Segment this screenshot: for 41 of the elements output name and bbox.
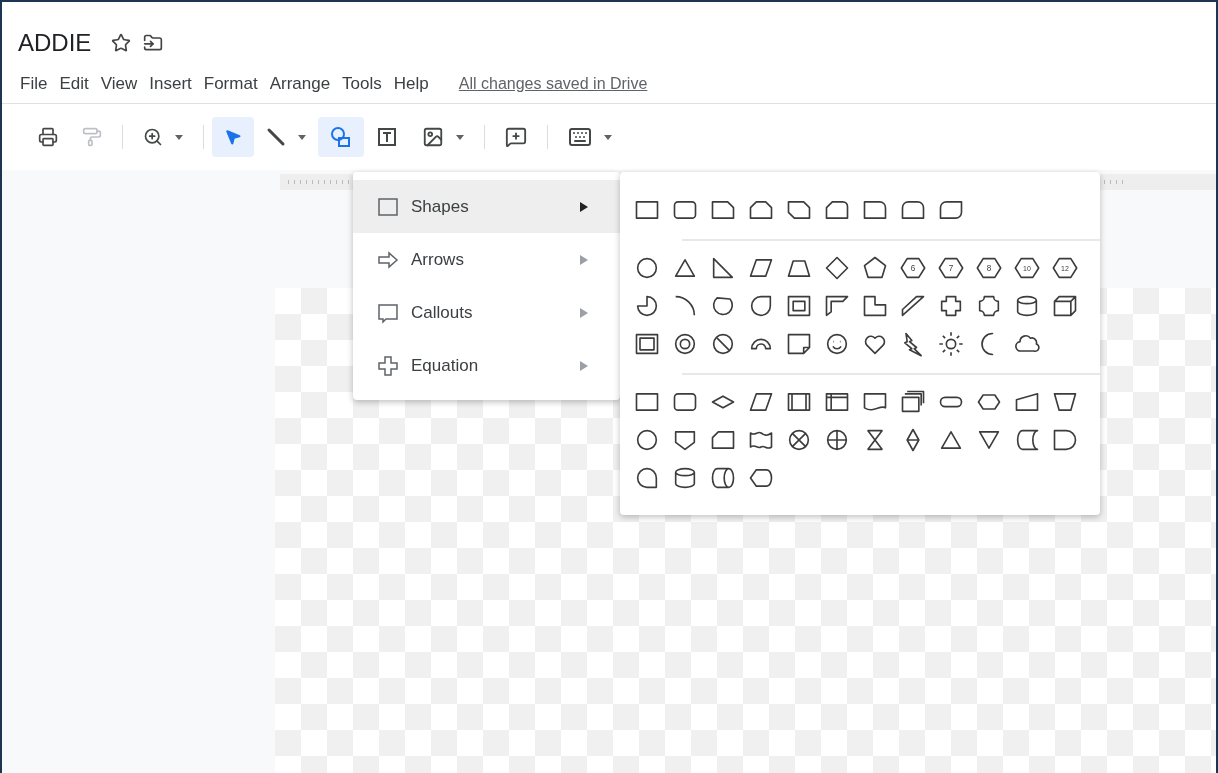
caret-icon [298, 134, 306, 140]
document-title[interactable]: ADDIE [18, 25, 92, 61]
paint-format-icon [82, 127, 102, 147]
pointer-icon [224, 128, 242, 146]
image-icon [422, 126, 444, 148]
print-icon [38, 127, 58, 147]
star-icon[interactable] [111, 33, 132, 53]
save-status-link[interactable]: All changes saved in Drive [458, 71, 648, 96]
menu-item[interactable]: Edit [53, 70, 95, 97]
plus-icon [377, 354, 399, 377]
shape-icon [937, 330, 965, 358]
shape-icon [823, 254, 851, 282]
submenu-arrow-icon [580, 307, 588, 318]
menu-item[interactable]: Arrange [263, 70, 337, 97]
submenu-arrow-icon [580, 360, 588, 371]
menu-item[interactable]: Help [387, 70, 435, 97]
menu-option[interactable]: Equation [353, 339, 620, 392]
square-icon [377, 195, 399, 218]
menu-item[interactable]: Tools [336, 70, 388, 97]
callout-icon [377, 301, 399, 324]
zoom-icon [143, 127, 163, 147]
caret-icon [604, 134, 612, 140]
keyboard-icon [568, 125, 592, 149]
menu-item[interactable]: File [14, 70, 54, 97]
menu-option[interactable]: Arrows [353, 233, 620, 286]
caret-icon [175, 134, 183, 140]
menu-item[interactable]: Format [197, 70, 264, 97]
caret-icon [456, 134, 464, 140]
submenu-arrow-icon [580, 254, 588, 265]
menu-option[interactable]: Callouts [353, 286, 620, 339]
toolbar-button[interactable] [318, 117, 364, 157]
menu-option[interactable]: Shapes [353, 180, 620, 233]
menu-item[interactable]: View [94, 70, 144, 97]
shapes-icon [330, 126, 352, 148]
menu-item[interactable]: Insert [143, 70, 198, 97]
folder-icon[interactable] [143, 33, 164, 53]
line-icon [266, 127, 286, 147]
add-comment-icon [505, 126, 527, 148]
toolbar-button[interactable] [212, 117, 254, 157]
text-box-icon [376, 126, 398, 148]
submenu-arrow-icon [580, 201, 588, 212]
